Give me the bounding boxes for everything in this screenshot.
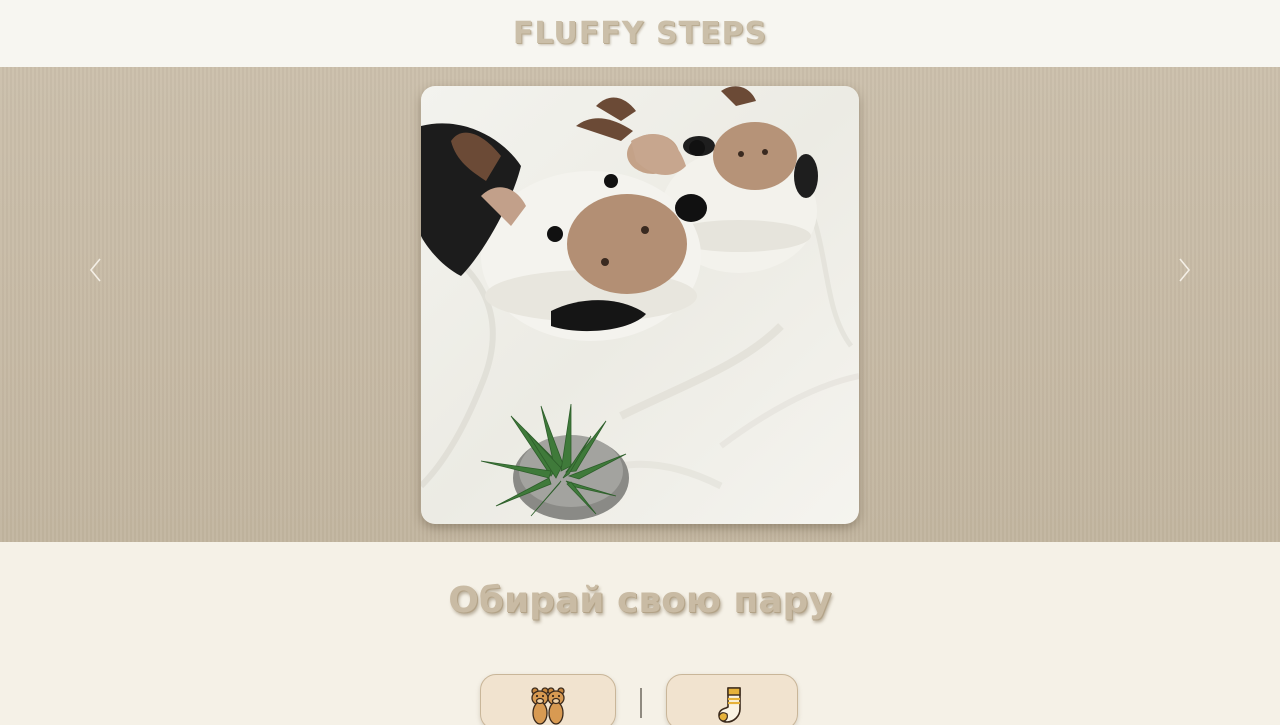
category-slippers-button[interactable] bbox=[480, 674, 616, 725]
cow-slippers-photo bbox=[421, 86, 859, 524]
section-title: Обирай свою пару bbox=[448, 580, 832, 621]
bear-slippers-icon bbox=[531, 687, 565, 725]
hero-carousel bbox=[0, 67, 1280, 542]
chevron-left-icon bbox=[89, 258, 101, 282]
carousel-next-button[interactable] bbox=[1164, 252, 1204, 288]
chevron-right-icon bbox=[1179, 258, 1191, 282]
carousel-slide-image bbox=[421, 86, 859, 524]
category-socks-button[interactable] bbox=[666, 674, 798, 725]
category-divider bbox=[640, 688, 642, 718]
sock-icon bbox=[718, 687, 741, 723]
carousel-prev-button[interactable] bbox=[76, 252, 116, 288]
brand-logo[interactable]: FLUFFY STEPS bbox=[513, 16, 767, 51]
site-header: FLUFFY STEPS bbox=[0, 0, 1280, 67]
